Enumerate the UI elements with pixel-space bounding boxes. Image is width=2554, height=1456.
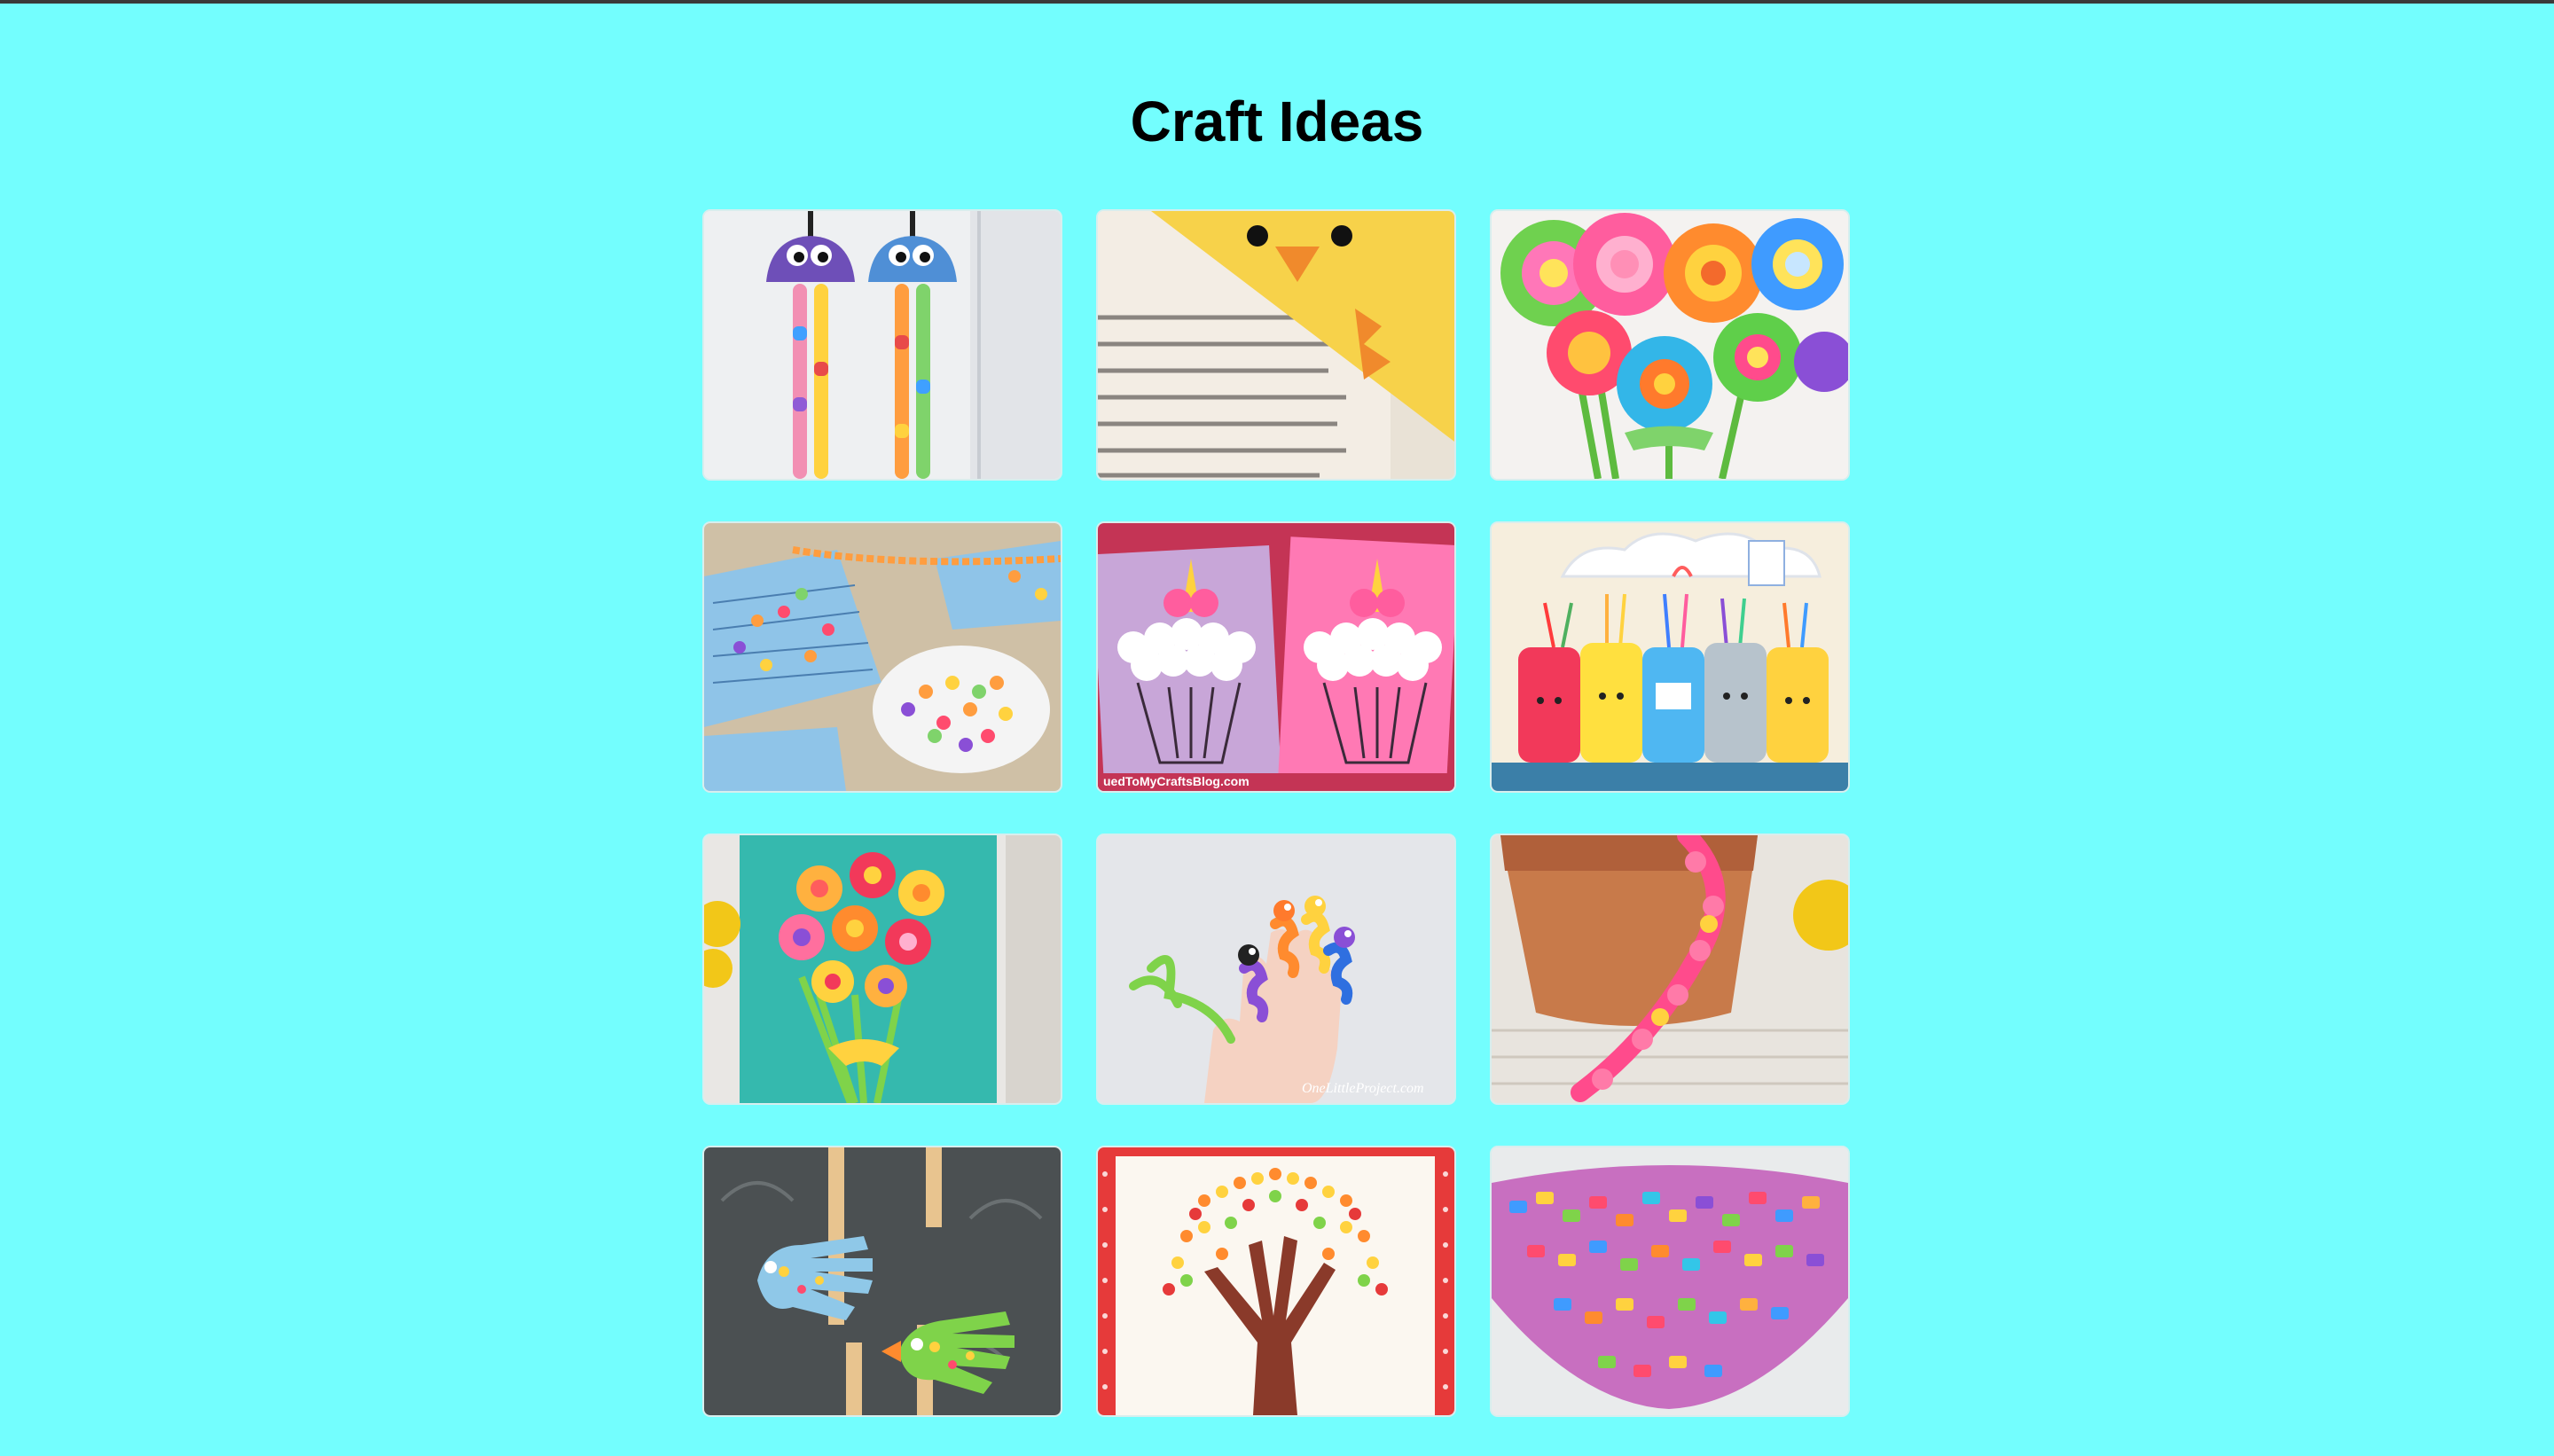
gallery-item[interactable]: uedToMyCraftsBlog.com [1098,523,1454,791]
gallery-item[interactable] [704,1147,1061,1415]
pipe-cleaner-finger-puppets-image: OneLittleProject.com [1098,835,1454,1103]
craft-gallery: uedToMyCraftsBlog.com OneLittleProject.c… [704,211,1848,1415]
gallery-item[interactable] [1492,523,1848,791]
watermark-text: uedToMyCraftsBlog.com [1103,774,1250,788]
gallery-item[interactable] [1492,211,1848,479]
paper-flower-garland-flowerpot-image [1492,835,1848,1103]
kawaii-mason-jar-pencil-holders-image [1492,523,1848,791]
page-title: Craft Ideas [1130,90,1424,153]
chick-corner-bookmark-image [1098,211,1454,479]
gallery-item[interactable] [704,835,1061,1103]
window-top-border [0,0,2554,4]
gallery-item[interactable] [704,211,1061,479]
felt-button-flower-bouquet-image [1492,211,1848,479]
egg-carton-flower-bouquet-image [704,835,1061,1103]
gallery-item[interactable]: OneLittleProject.com [1098,835,1454,1103]
egg-carton-bead-jellyfish-image [704,211,1061,479]
gallery-item[interactable] [1098,1147,1454,1415]
unicorn-cupcake-cotton-ball-image: uedToMyCraftsBlog.com [1098,523,1454,791]
gallery-item[interactable] [1492,835,1848,1103]
melted-bead-bowl-image [1492,1147,1848,1415]
cereal-necklace-counting-image [704,523,1061,791]
gallery-item[interactable] [1492,1147,1848,1415]
gallery-item[interactable] [704,523,1061,791]
handprint-fish-puppets-image [704,1147,1061,1415]
gallery-item[interactable] [1098,211,1454,479]
handprint-dot-tree-painting-image [1098,1147,1454,1415]
watermark-text: OneLittleProject.com [1302,1081,1424,1096]
